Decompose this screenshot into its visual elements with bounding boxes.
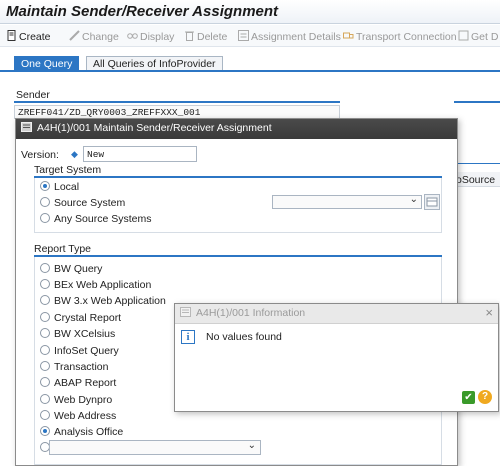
chevron-down-icon: ⌄ <box>247 440 256 451</box>
radio-web-dynpro[interactable]: Web Dynpro <box>40 394 112 408</box>
get-data-button[interactable]: Get D <box>458 30 498 43</box>
radio-label: BW XCelsius <box>54 328 116 340</box>
information-message: No values found <box>206 331 282 343</box>
trash-icon <box>185 31 194 41</box>
radio-label: BW 3.x Web Application <box>54 295 166 307</box>
radio-local[interactable]: Local <box>40 181 79 195</box>
tab-all-queries[interactable]: All Queries of InfoProvider <box>86 56 223 70</box>
radio-button[interactable] <box>40 295 50 305</box>
document-icon <box>7 30 16 41</box>
help-icon[interactable]: ? <box>478 390 492 404</box>
radio-button-checked[interactable] <box>40 426 50 436</box>
radio-button[interactable] <box>40 328 50 338</box>
source-system-dropdown[interactable]: ⌄ <box>272 194 422 209</box>
assignment-details-button[interactable]: Assignment Details <box>238 30 341 43</box>
radio-button[interactable] <box>40 345 50 355</box>
radio-label: Web Dynpro <box>54 394 113 406</box>
assignment-dialog-title: A4H(1)/001 Maintain Sender/Receiver Assi… <box>37 122 272 134</box>
tab-strip: One Query All Queries of InfoProvider <box>0 56 500 72</box>
radio-any-source-systems[interactable]: Any Source Systems <box>40 213 151 227</box>
radio-button[interactable] <box>40 377 50 387</box>
delete-label: Delete <box>197 31 228 43</box>
transport-connection-button[interactable]: Transport Connection <box>343 30 457 43</box>
change-label: Change <box>82 31 119 43</box>
table-icon <box>426 197 438 207</box>
sender-field[interactable]: ZREFF041/ZD_QRY0003_ZREFFXXX_001 <box>14 105 340 119</box>
version-field[interactable]: New <box>83 146 197 162</box>
diamond-icon: ◆ <box>71 149 78 159</box>
radio-abap-report[interactable]: ABAP Report <box>40 377 116 391</box>
sender-divider <box>14 101 340 103</box>
radio-label: Any Source Systems <box>54 213 152 225</box>
value-help-button[interactable] <box>424 194 440 210</box>
target-system-title: Target System <box>34 164 102 176</box>
radio-label: Transaction <box>54 361 109 373</box>
radio-button[interactable] <box>40 410 50 420</box>
sender-label: Sender <box>16 89 50 101</box>
radio-crystal-report[interactable]: Crystal Report <box>40 312 121 326</box>
close-icon[interactable]: × <box>485 305 493 320</box>
radio-button[interactable] <box>40 279 50 289</box>
information-dialog-title: A4H(1)/001 Information <box>196 307 306 319</box>
assignment-details-label: Assignment Details <box>251 31 341 43</box>
radio-label: Web Address <box>54 410 117 422</box>
radio-source-system[interactable]: Source System <box>40 197 125 211</box>
display-label: Display <box>140 31 175 43</box>
create-label: Create <box>19 31 51 43</box>
display-button[interactable]: Display <box>127 30 174 43</box>
pencil-icon <box>69 30 80 41</box>
screen-title: Maintain Sender/Receiver Assignment <box>0 0 500 24</box>
tab-one-query[interactable]: One Query <box>14 56 80 70</box>
create-button[interactable]: Create <box>6 30 51 43</box>
information-dialog: A4H(1)/001 Information × i No values fou… <box>174 303 499 412</box>
radio-label: InfoSet Query <box>54 345 119 357</box>
window-icon <box>21 122 32 132</box>
radio-analysis-office[interactable]: Analysis Office <box>40 426 123 440</box>
radio-label: BEx Web Application <box>54 279 152 291</box>
radio-button[interactable] <box>40 361 50 371</box>
radio-label: BW Query <box>54 263 103 275</box>
radio-label: ABAP Report <box>54 377 117 389</box>
version-label: Version: <box>21 149 59 161</box>
delete-button[interactable]: Delete <box>184 30 227 43</box>
chevron-down-icon: ⌄ <box>409 194 418 205</box>
radio-infoset-query[interactable]: InfoSet Query <box>40 345 119 359</box>
radio-web-address[interactable]: Web Address <box>40 410 116 424</box>
assignment-dialog: A4H(1)/001 Maintain Sender/Receiver Assi… <box>15 118 458 466</box>
download-icon <box>458 30 469 41</box>
radio-label: Source System <box>54 197 126 209</box>
radio-transaction[interactable]: Transaction <box>40 361 108 375</box>
report-type-title: Report Type <box>34 243 92 255</box>
window-icon <box>180 307 191 317</box>
information-dialog-titlebar[interactable]: A4H(1)/001 Information <box>175 304 498 324</box>
assignment-dialog-titlebar[interactable]: A4H(1)/001 Maintain Sender/Receiver Assi… <box>16 119 457 139</box>
radio-button[interactable] <box>40 263 50 273</box>
get-data-label: Get D <box>471 31 499 43</box>
info-icon: i <box>181 330 195 344</box>
radio-bw-query[interactable]: BW Query <box>40 263 102 277</box>
other-report-type-dropdown[interactable]: ⌄ <box>49 440 261 455</box>
receiver-divider-right <box>454 163 500 164</box>
radio-button-checked[interactable] <box>40 181 50 191</box>
details-icon <box>238 30 249 41</box>
application-toolbar: Create Change Display Delete Assignment … <box>0 25 500 47</box>
radio-button[interactable] <box>40 213 50 223</box>
infosource-column-header[interactable]: oSource <box>454 172 500 187</box>
radio-button[interactable] <box>40 394 50 404</box>
radio-bw-3x-web-application[interactable]: BW 3.x Web Application <box>40 295 166 309</box>
radio-label: Crystal Report <box>54 312 122 324</box>
checkmark-icon[interactable]: ✔ <box>462 391 475 404</box>
sender-divider-right <box>454 101 500 103</box>
radio-label: Local <box>54 181 80 193</box>
change-button[interactable]: Change <box>69 30 119 43</box>
radio-button[interactable] <box>40 197 50 207</box>
transport-connection-label: Transport Connection <box>356 31 457 43</box>
radio-bw-xcelsius[interactable]: BW XCelsius <box>40 328 115 342</box>
truck-icon <box>343 32 354 39</box>
radio-button[interactable] <box>40 312 50 322</box>
glasses-icon <box>127 33 138 39</box>
radio-label: Analysis Office <box>54 426 124 438</box>
radio-bex-web-application[interactable]: BEx Web Application <box>40 279 151 293</box>
